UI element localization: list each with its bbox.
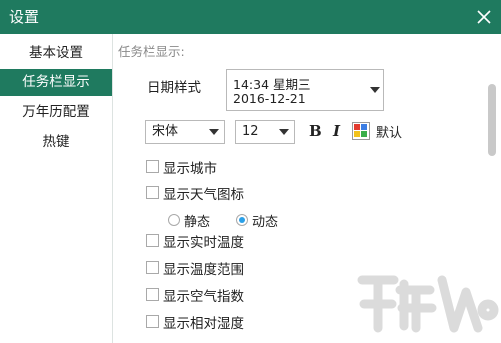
date-style-value-line2: 2016-12-21 [233,91,306,106]
scrollbar-thumb[interactable] [488,84,496,156]
option-label: 显示相对湿度 [163,316,244,332]
sidebar: 基本设置 任务栏显示 万年历配置 热键 [0,34,113,343]
close-button[interactable] [467,0,501,34]
option-label: 显示实时温度 [163,235,244,251]
font-family-value: 宋体 [152,124,179,139]
checkbox[interactable] [146,288,159,301]
radio-button[interactable] [236,214,248,226]
title-bar: 设置 [0,0,501,34]
sidebar-item-hotkeys[interactable]: 热键 [0,129,112,156]
default-font-button[interactable]: 默认 [376,122,402,141]
radio-label: 静态 [184,215,211,230]
option-label: 显示天气图标 [163,187,244,203]
dropdown-arrow-icon [279,129,289,135]
option-label: 显示空气指数 [163,289,244,305]
bold-button[interactable]: B [309,122,322,140]
checkbox[interactable] [146,261,159,274]
dropdown-arrow-icon [209,129,219,135]
window-title: 设置 [9,8,40,26]
option-label: 显示温度范围 [163,262,244,278]
font-size-value: 12 [242,124,259,139]
close-icon [477,10,491,24]
sidebar-item-calendar[interactable]: 万年历配置 [0,99,112,126]
color-palette-icon[interactable] [352,122,370,140]
dropdown-arrow-icon [370,87,380,93]
date-style-dropdown[interactable]: 14:34 星期三 2016-12-21 [226,69,384,111]
option-label: 显示城市 [163,161,217,177]
font-family-select[interactable]: 宋体 [145,120,225,144]
font-size-select[interactable]: 12 [235,120,295,144]
checkbox[interactable] [146,186,159,199]
radio-label: 动态 [252,215,279,230]
date-style-label: 日期样式 [147,80,201,96]
checkbox[interactable] [146,315,159,328]
radio-button[interactable] [168,214,180,226]
italic-button[interactable]: I [333,122,340,140]
sidebar-item-taskbar[interactable]: 任务栏显示 [0,69,112,96]
checkbox[interactable] [146,234,159,247]
section-title: 任务栏显示: [118,44,185,59]
sidebar-item-basic[interactable]: 基本设置 [0,40,112,67]
watermark-logo [357,275,499,333]
checkbox[interactable] [146,160,159,173]
